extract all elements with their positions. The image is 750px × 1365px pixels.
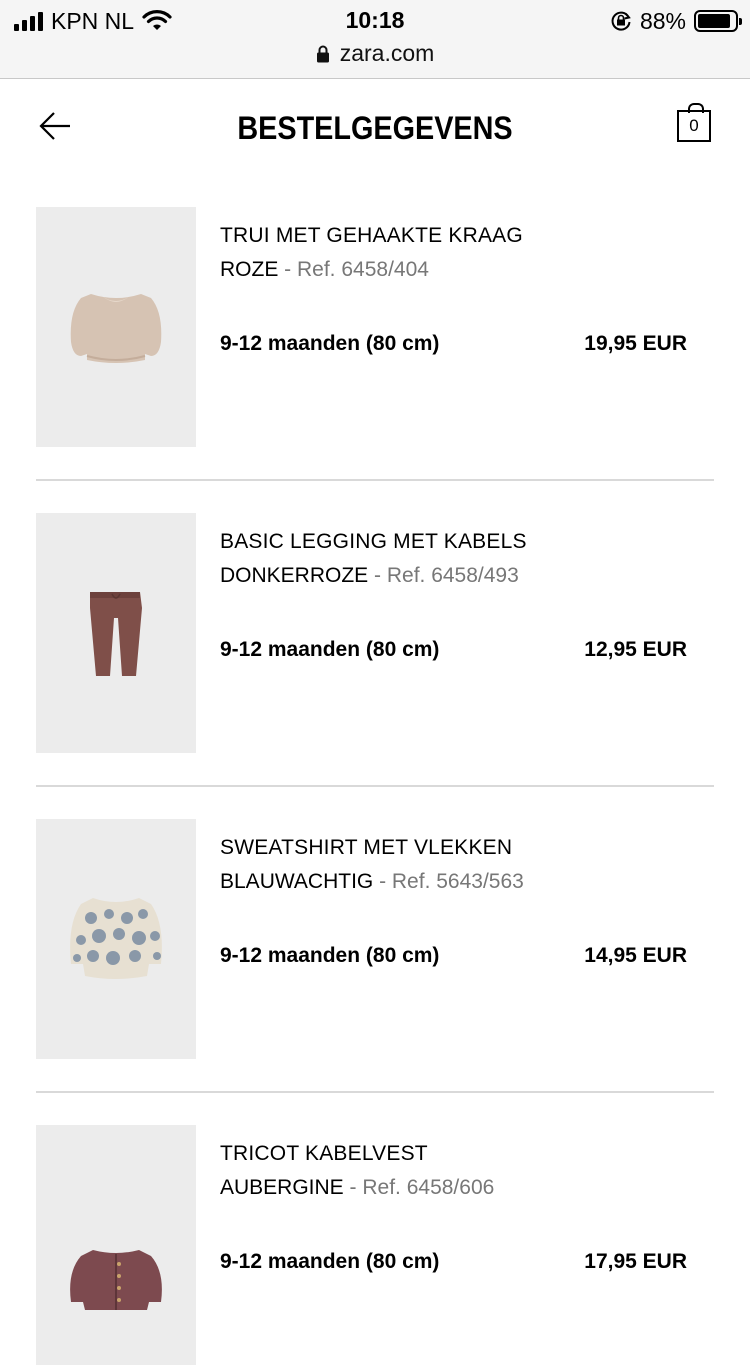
product-ref: - Ref. 6458/606 [343, 1176, 495, 1199]
cardigan-image [70, 1250, 162, 1310]
product-color: DONKERROZE [220, 564, 369, 587]
product-name: BASIC LEGGING MET KABELS [220, 530, 527, 553]
cart-button[interactable]: 0 [677, 103, 711, 142]
item-divider [36, 479, 714, 481]
product-size: 9-12 maanden (80 cm) [220, 1250, 440, 1273]
product-image[interactable] [36, 819, 196, 1059]
order-item: TRICOT KABELVEST AUBERGINE - Ref. 6458/6… [36, 1125, 714, 1365]
product-image[interactable] [36, 513, 196, 753]
page-title: BESTELGEGEVENS [237, 110, 513, 146]
url-text: zara.com [339, 40, 435, 66]
product-price: 12,95 EUR [584, 638, 687, 661]
product-price: 17,95 EUR [584, 1250, 687, 1273]
product-color: BLAUWACHTIG [220, 870, 374, 893]
order-item: SWEATSHIRT MET VLEKKEN BLAUWACHTIG - Ref… [36, 819, 714, 1125]
battery-percent: 88% [639, 7, 686, 34]
product-name: TRICOT KABELVEST [220, 1142, 428, 1165]
product-name: SWEATSHIRT MET VLEKKEN [220, 836, 513, 859]
battery-fill [698, 14, 730, 28]
product-size: 9-12 maanden (80 cm) [220, 944, 440, 967]
product-ref: - Ref. 5643/563 [373, 870, 524, 893]
leggings-image [90, 592, 142, 676]
product-ref: - Ref. 6458/493 [368, 564, 519, 587]
product-price: 19,95 EUR [584, 332, 687, 355]
product-image[interactable] [36, 207, 196, 447]
address-bar[interactable]: zara.com [0, 40, 750, 67]
product-size: 9-12 maanden (80 cm) [220, 638, 440, 661]
lock-icon [316, 45, 329, 62]
product-variant: AUBERGINE - Ref. 6458/606 [220, 1176, 494, 1200]
product-name: TRUI MET GEHAAKTE KRAAG [220, 224, 523, 247]
order-items-list: TRUI MET GEHAAKTE KRAAG ROZE - Ref. 6458… [36, 207, 714, 1365]
sweater-image [70, 294, 162, 363]
product-price: 14,95 EUR [584, 944, 687, 967]
product-variant: ROZE - Ref. 6458/404 [220, 258, 429, 282]
page-header: BESTELGEGEVENS 0 [0, 80, 750, 180]
product-variant: BLAUWACHTIG - Ref. 5643/563 [220, 870, 524, 894]
item-divider [36, 785, 714, 787]
item-divider [36, 1091, 714, 1093]
order-item: TRUI MET GEHAAKTE KRAAG ROZE - Ref. 6458… [36, 207, 714, 513]
order-item: BASIC LEGGING MET KABELS DONKERROZE - Re… [36, 513, 714, 819]
cart-count: 0 [689, 116, 699, 135]
product-size: 9-12 maanden (80 cm) [220, 332, 440, 355]
product-ref: - Ref. 6458/404 [278, 258, 429, 281]
browser-chrome: KPN NL 10:18 88% zara.com [0, 0, 750, 79]
sweatshirt-image [70, 898, 162, 979]
product-image[interactable] [36, 1125, 196, 1365]
product-color: ROZE [220, 258, 279, 281]
status-right: 88% [610, 7, 742, 34]
battery-icon [694, 10, 742, 32]
product-color: AUBERGINE [220, 1176, 344, 1199]
rotation-lock-icon [611, 11, 631, 31]
product-variant: DONKERROZE - Ref. 6458/493 [220, 564, 519, 588]
